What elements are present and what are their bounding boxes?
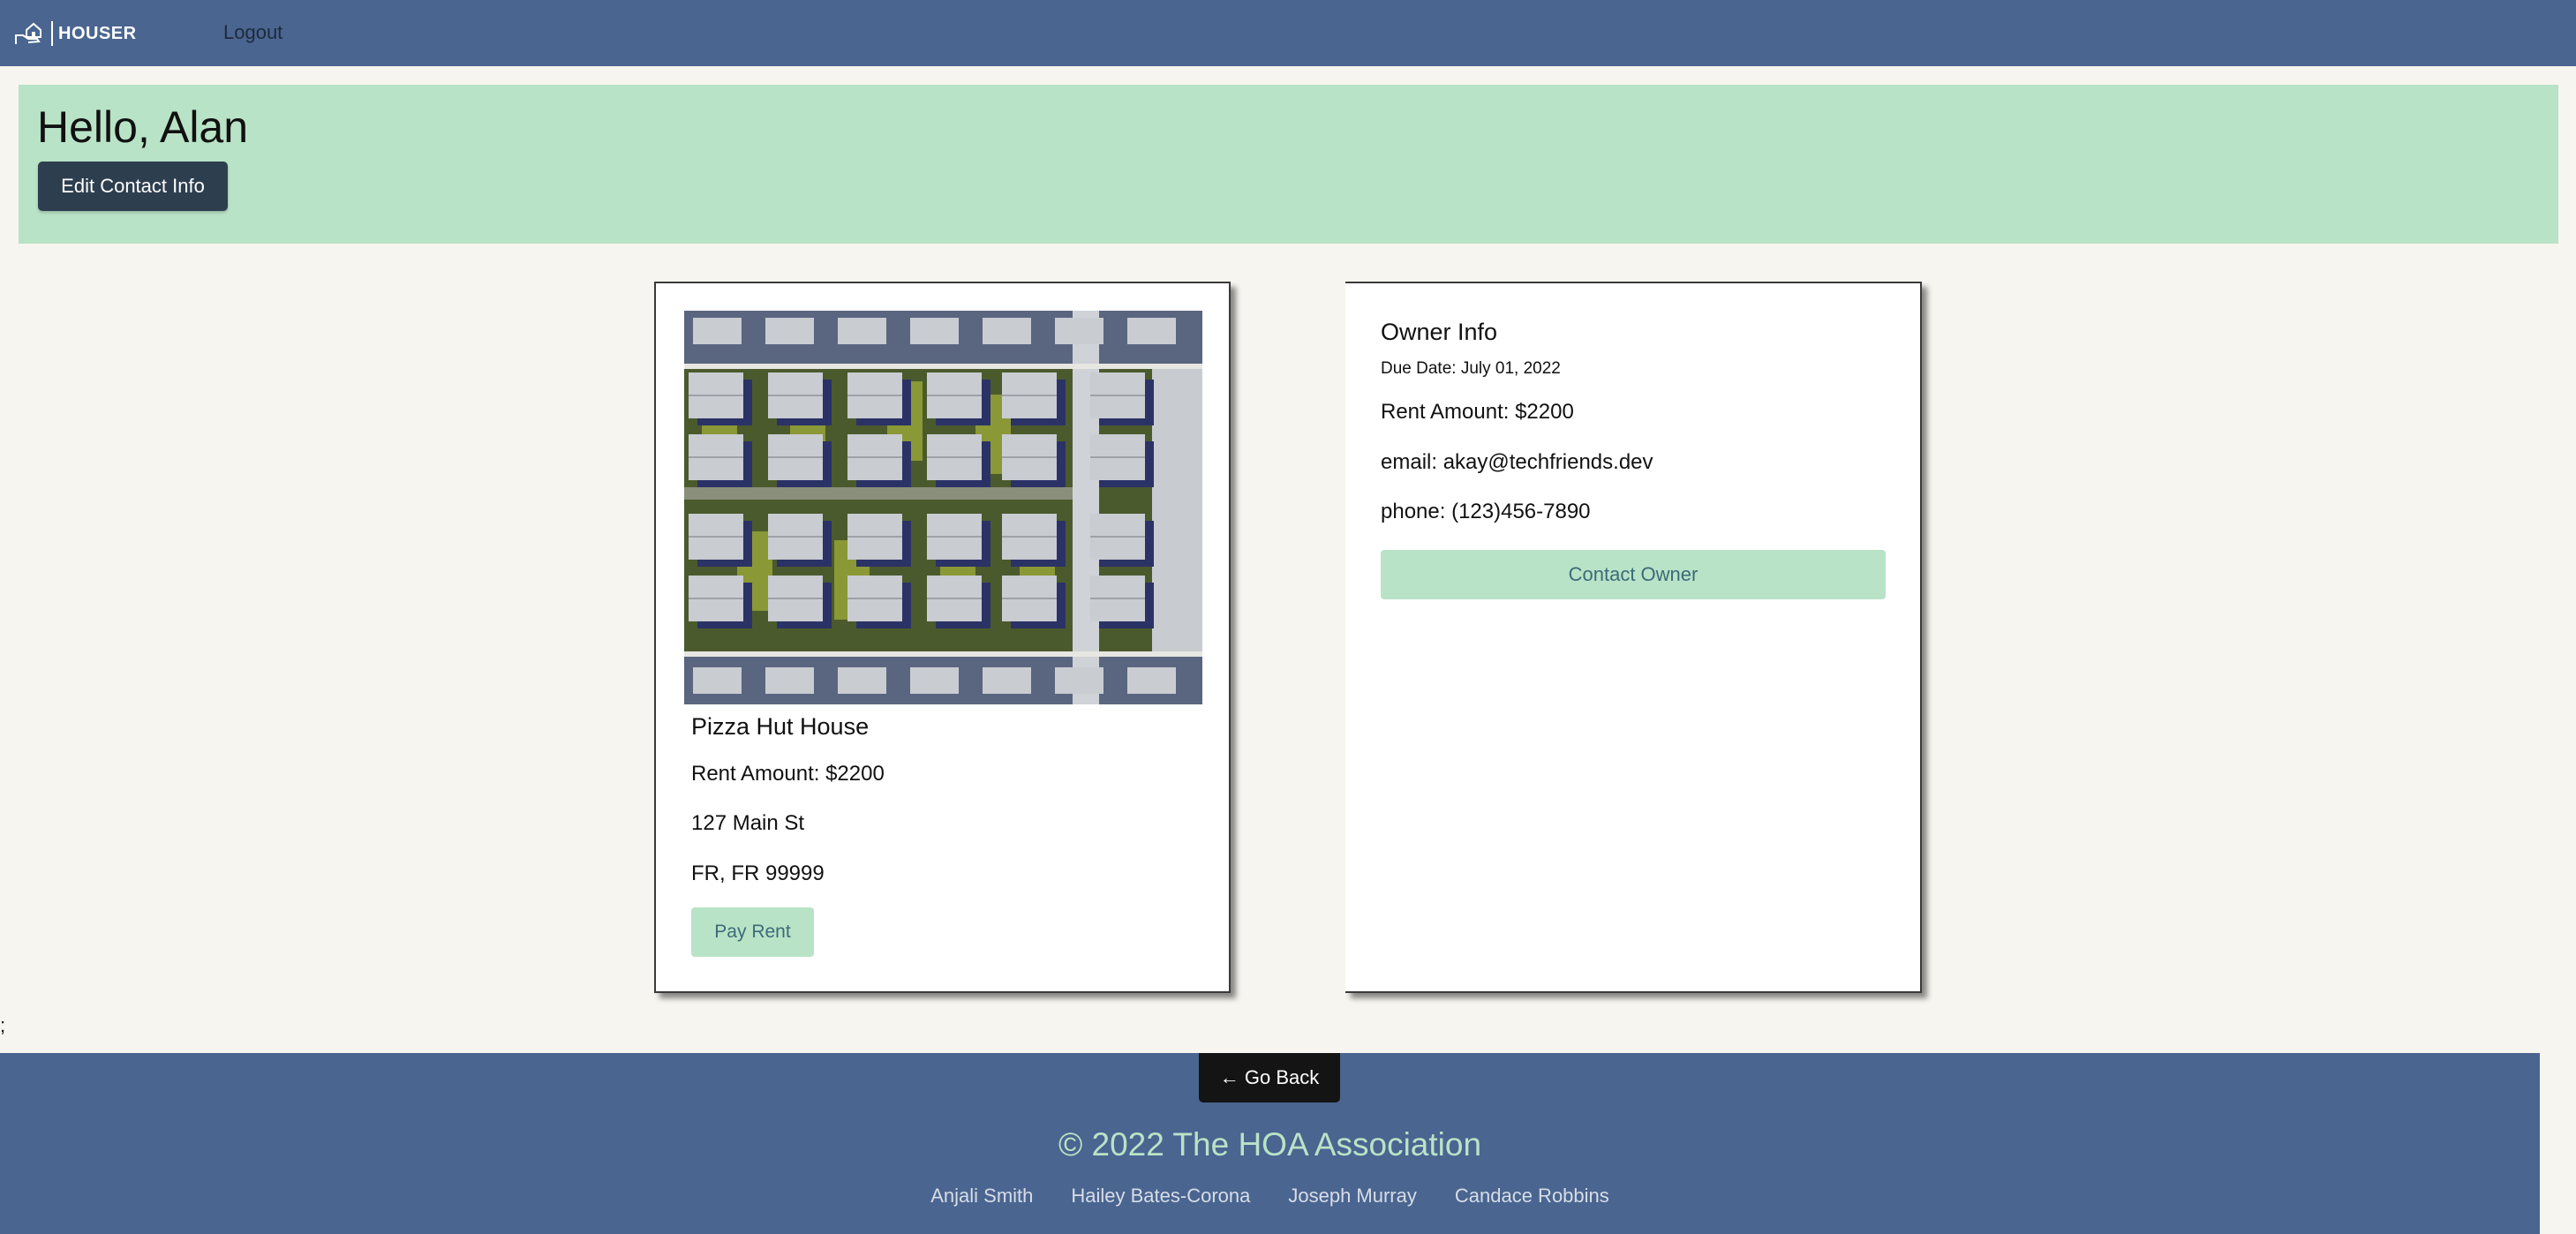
credit-link[interactable]: Candace Robbins xyxy=(1455,1184,1609,1208)
copyright-text: © 2022 The HOA Association xyxy=(1058,1126,1482,1163)
owner-phone: phone: (123)456-7890 xyxy=(1381,500,1591,523)
houser-logo[interactable]: HOUSER xyxy=(12,18,137,49)
credit-link[interactable]: Joseph Murray xyxy=(1288,1184,1417,1208)
credit-link[interactable]: Hailey Bates-Corona xyxy=(1071,1184,1250,1208)
owner-info-card: Owner Info Due Date: July 01, 2022 Rent … xyxy=(1345,282,1922,993)
stray-semicolon: ; xyxy=(0,1014,6,1036)
pay-rent-button[interactable]: Pay Rent xyxy=(691,907,814,957)
property-rent: Rent Amount: $2200 xyxy=(691,762,885,786)
property-city: FR, FR 99999 xyxy=(691,862,825,885)
credit-link[interactable]: Anjali Smith xyxy=(930,1184,1033,1208)
owner-rent: Rent Amount: $2200 xyxy=(1381,400,1574,424)
house-hand-icon xyxy=(15,22,41,44)
due-date: Due Date: July 01, 2022 xyxy=(1381,359,1561,378)
footer: ← Go Back © 2022 The HOA Association Anj… xyxy=(0,1053,2540,1234)
property-card: Pizza Hut House Rent Amount: $2200 127 M… xyxy=(654,282,1231,993)
logout-link[interactable]: Logout xyxy=(223,19,282,46)
property-street: 127 Main St xyxy=(691,811,805,835)
top-navbar: HOUSER Logout xyxy=(0,0,2576,66)
credits-list: Anjali Smith Hailey Bates-Corona Joseph … xyxy=(0,1184,2540,1208)
greeting-banner: Hello, Alan Edit Contact Info xyxy=(19,85,2558,244)
go-back-button[interactable]: ← Go Back xyxy=(1199,1053,1340,1102)
greeting-heading: Hello, Alan xyxy=(37,102,249,152)
property-name: Pizza Hut House xyxy=(691,713,870,740)
property-image xyxy=(684,311,1202,704)
owner-info-title: Owner Info xyxy=(1381,319,1498,345)
edit-contact-info-button[interactable]: Edit Contact Info xyxy=(38,162,228,211)
owner-email: email: akay@techfriends.dev xyxy=(1381,450,1653,474)
logo-text: HOUSER xyxy=(51,21,137,46)
contact-owner-button[interactable]: Contact Owner xyxy=(1381,550,1886,599)
